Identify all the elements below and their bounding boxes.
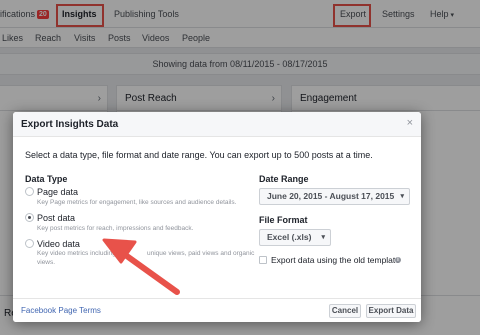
video-data-radio[interactable] xyxy=(25,239,34,248)
post-data-radio[interactable] xyxy=(25,213,34,222)
date-range-select[interactable]: June 20, 2015 - August 17, 2015 ▾ xyxy=(259,188,410,205)
export-data-button[interactable]: Export Data xyxy=(366,304,416,318)
post-data-label[interactable]: Post data xyxy=(37,213,75,223)
file-format-select[interactable]: Excel (.xls) ▾ xyxy=(259,229,331,246)
dialog-title: Export Insights Data xyxy=(21,119,119,130)
chevron-down-icon: ▾ xyxy=(321,234,325,241)
cancel-button[interactable]: Cancel xyxy=(329,304,361,318)
post-data-description: Key post metrics for reach, impressions … xyxy=(37,225,194,232)
file-format-value: Excel (.xls) xyxy=(267,232,312,242)
file-format-title: File Format xyxy=(259,215,308,225)
video-data-description: Key video metrics including xyxy=(37,250,116,257)
old-template-label[interactable]: Export data using the old template xyxy=(271,255,400,265)
close-icon[interactable]: × xyxy=(407,117,413,129)
video-data-description-cont: unique views, paid views and organic xyxy=(147,250,255,257)
dialog-header: Export Insights Data × xyxy=(13,112,421,137)
data-type-title: Data Type xyxy=(25,174,68,184)
video-data-description-line2: views. xyxy=(37,259,56,266)
date-range-value: June 20, 2015 - August 17, 2015 xyxy=(267,191,395,201)
info-icon[interactable]: i xyxy=(395,257,401,263)
date-range-title: Date Range xyxy=(259,174,309,184)
video-data-label[interactable]: Video data xyxy=(37,239,80,249)
export-insights-dialog: Export Insights Data × Select a data typ… xyxy=(13,112,421,322)
page-data-description: Key Page metrics for engagement, like so… xyxy=(37,199,237,206)
facebook-page-terms-link[interactable]: Facebook Page Terms xyxy=(21,306,101,315)
dialog-instructions: Select a data type, file format and date… xyxy=(25,150,373,160)
page-data-radio[interactable] xyxy=(25,187,34,196)
chevron-down-icon: ▾ xyxy=(400,193,404,200)
old-template-checkbox[interactable] xyxy=(259,256,267,264)
page-data-label[interactable]: Page data xyxy=(37,187,78,197)
dialog-footer: Facebook Page Terms Cancel Export Data xyxy=(13,298,421,322)
